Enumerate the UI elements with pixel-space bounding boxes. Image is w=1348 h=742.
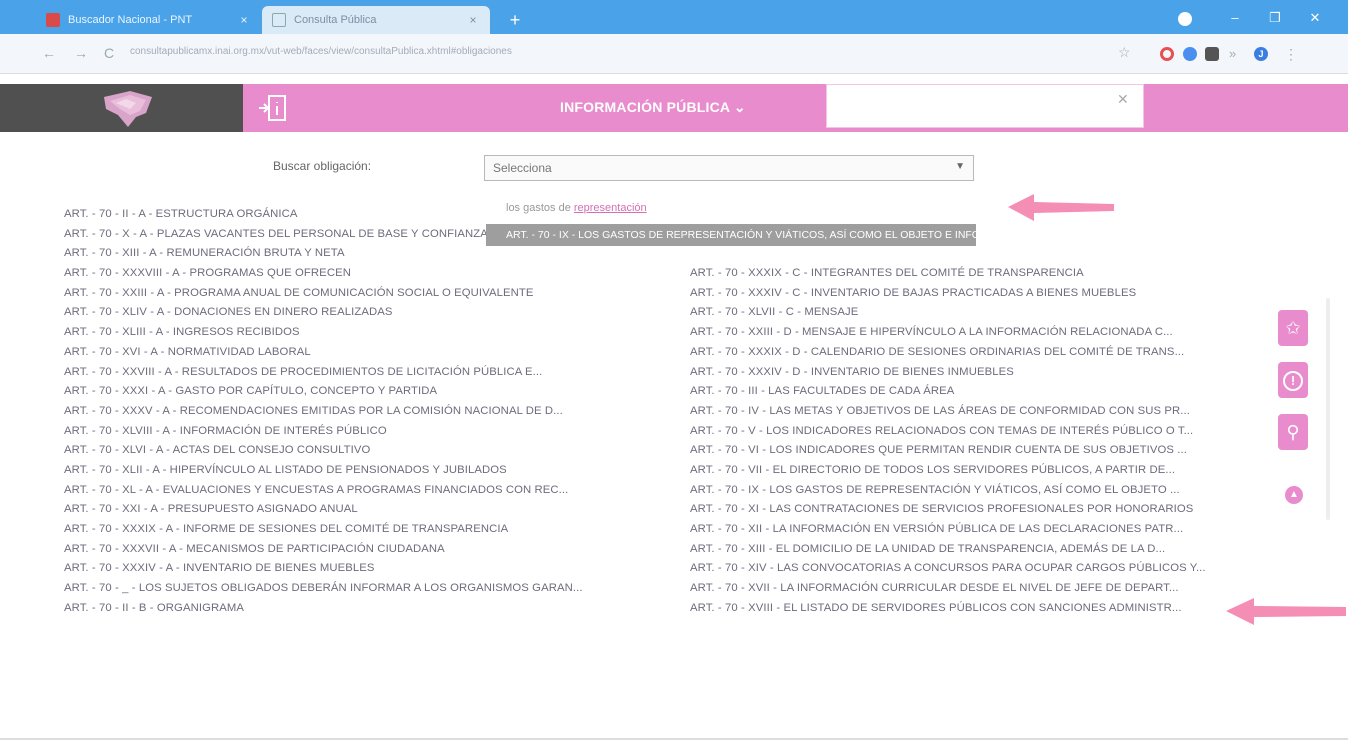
forward-button[interactable]: → [72,44,90,62]
extension-icon[interactable] [1205,47,1219,61]
url-field[interactable]: consultapublicamx.inai.org.mx/vut-web/fa… [130,46,1070,64]
header-search-input[interactable] [835,95,1085,117]
obligation-list-item[interactable]: ART. - 70 - XL - A - EVALUACIONES Y ENCU… [64,481,684,501]
obligation-list-item[interactable]: ART. - 70 - V - LOS INDICADORES RELACION… [690,422,1245,442]
maximize-button[interactable]: ❐ [1264,8,1286,28]
obligation-list-item[interactable]: ART. - 70 - XXIII - A - PROGRAMA ANUAL D… [64,284,684,304]
new-tab-button[interactable]: + [504,9,526,31]
side-scroll-track[interactable] [1326,298,1330,520]
obligation-list-item[interactable]: ART. - 70 - XIII - EL DOMICILIO DE LA UN… [690,540,1245,560]
tab-close-icon[interactable]: × [237,13,251,27]
obligation-list-item[interactable]: ART. - 70 - II - B - ORGANIGRAMA [64,599,684,619]
header-title-text: INFORMACIÓN PÚBLICA [560,99,730,115]
obligation-list-item[interactable]: ART. - 70 - XLIII - A - INGRESOS RECIBID… [64,323,684,343]
obligation-list-item[interactable]: ART. - 70 - XXXIX - D - CALENDARIO DE SE… [690,343,1245,363]
obligation-list-item[interactable]: ART. - 70 - XXXIV - C - INVENTARIO DE BA… [690,284,1245,304]
obligation-list-item[interactable]: ART. - 70 - XXXIV - A - INVENTARIO DE BI… [64,559,684,579]
pnt-logo-icon[interactable] [96,87,160,129]
obligation-dropdown: los gastos de representación ART. - 70 -… [486,196,976,260]
select-value: Selecciona [493,161,552,175]
obligation-list-item[interactable]: ART. - 70 - XVII - LA INFORMACIÓN CURRIC… [690,579,1245,599]
tab-buscador-nacional[interactable]: Buscador Nacional - PNT × [36,6,261,34]
obligation-list-item[interactable]: ART. - 70 - XLVIII - A - INFORMACIÓN DE … [64,422,684,442]
obligation-list-item[interactable]: ART. - 70 - XXI - A - PRESUPUESTO ASIGNA… [64,500,684,520]
tab-consulta-publica[interactable]: Consulta Pública × [262,6,490,34]
obligation-list-item[interactable]: ART. - 70 - XXXV - A - RECOMENDACIONES E… [64,402,684,422]
information-publica-menu[interactable]: INFORMACIÓN PÚBLICA ⌄ [560,99,746,116]
extensions-more-icon[interactable]: » [1229,47,1243,61]
up-icon[interactable]: ▲ [1285,486,1303,504]
chevron-down-icon: ▼ [955,161,965,172]
obligation-list-item[interactable]: ART. - 70 - XI - LAS CONTRATACIONES DE S… [690,500,1245,520]
obligation-list-item[interactable]: ART. - 70 - VII - EL DIRECTORIO DE TODOS… [690,461,1245,481]
site-header: INFORMACIÓN PÚBLICA ⌄ ✕ [0,84,1348,132]
obligation-list-item[interactable]: ART. - 70 - XXVIII - A - RESULTADOS DE P… [64,363,684,383]
extension-icon[interactable] [1183,47,1197,61]
highlighted-term: representación [573,202,647,214]
obligation-list-item[interactable]: ART. - 70 - XIV - LAS CONVOCATORIAS A CO… [690,559,1245,579]
obligation-list-item[interactable]: ART. - 70 - XII - LA INFORMACIÓN EN VERS… [690,520,1245,540]
obligation-list-item[interactable]: ART. - 70 - IV - LAS METAS Y OBJETIVOS D… [690,402,1245,422]
obligation-list-item[interactable]: ART. - 70 - XLVII - C - MENSAJE [690,303,1245,323]
logo-block [0,84,243,132]
obligation-select[interactable]: Selecciona ▼ [484,155,974,181]
obligation-list-item[interactable]: ART. - 70 - IX - LOS GASTOS DE REPRESENT… [690,481,1245,501]
obligation-list-item[interactable]: ART. - 70 - XXXVII - A - MECANISMOS DE P… [64,540,684,560]
search-zoom-icon[interactable]: ⚲ [1278,414,1308,450]
opera-extension-icon[interactable] [1160,47,1174,61]
tab-close-icon[interactable]: × [466,13,480,27]
obligation-list-item[interactable]: ART. - 70 - XVI - A - NORMATIVIDAD LABOR… [64,343,684,363]
tab-title: Buscador Nacional - PNT [68,14,193,26]
profile-avatar-icon[interactable]: J [1254,47,1268,61]
dropdown-option[interactable]: ART. - 70 - IX - LOS GASTOS DE REPRESENT… [486,224,976,246]
obligation-list-item[interactable]: ART. - 70 - _ - LOS SUJETOS OBLIGADOS DE… [64,579,684,599]
annotation-arrow-icon [1226,598,1346,625]
pnt-favicon-icon [46,13,60,27]
alert-icon[interactable]: ! [1278,362,1308,398]
information-login-icon[interactable] [258,93,288,123]
page-favicon-icon [272,13,286,27]
star-shield-icon[interactable]: ✩ [1278,310,1308,346]
back-button[interactable]: ← [40,44,58,62]
obligations-list-right: ART. - 70 - XXI - C - CUENTA PÚBLICAART.… [690,205,1245,618]
bookmark-star-icon[interactable]: ☆ [1118,45,1132,59]
obligations-list-left: ART. - 70 - II - A - ESTRUCTURA ORGÁNICA… [64,205,684,618]
obligation-list-item[interactable]: ART. - 70 - XXXVIII - A - PROGRAMAS QUE … [64,264,684,284]
obligation-list-item[interactable]: ART. - 70 - XXXIX - C - INTEGRANTES DEL … [690,264,1245,284]
obligation-list-item[interactable]: ART. - 70 - XXIII - D - MENSAJE E HIPERV… [690,323,1245,343]
header-search-box[interactable]: ✕ [826,84,1144,128]
browser-profile-icon[interactable] [1178,12,1192,26]
close-window-button[interactable]: ✕ [1304,8,1326,28]
annotation-arrow-icon [1008,194,1114,221]
address-bar-row: ← → C consultapublicamx.inai.org.mx/vut-… [0,34,1348,74]
browser-menu-icon[interactable]: ⋮ [1284,47,1298,61]
obligation-list-item[interactable]: ART. - 70 - XXXIV - D - INVENTARIO DE BI… [690,363,1245,383]
dropdown-search-text[interactable]: los gastos de representación [506,202,647,214]
obligation-list-item[interactable]: ART. - 70 - XXXI - A - GASTO POR CAPÍTUL… [64,382,684,402]
obligation-list-item[interactable]: ART. - 70 - XXXIX - A - INFORME DE SESIO… [64,520,684,540]
obligation-list-item[interactable]: ART. - 70 - XLVI - A - ACTAS DEL CONSEJO… [64,441,684,461]
reload-button[interactable]: C [100,44,118,62]
minimize-button[interactable]: – [1224,8,1246,28]
obligation-list-item[interactable]: ART. - 70 - XLIV - A - DONACIONES EN DIN… [64,303,684,323]
obligation-list-item[interactable]: ART. - 70 - VI - LOS INDICADORES QUE PER… [690,441,1245,461]
chevron-down-icon: ⌄ [733,99,746,115]
browser-tab-bar: Buscador Nacional - PNT × Consulta Públi… [0,0,1348,34]
obligation-list-item[interactable]: ART. - 70 - XVIII - EL LISTADO DE SERVID… [690,599,1245,619]
obligation-list-item[interactable]: ART. - 70 - XLII - A - HIPERVÍNCULO AL L… [64,461,684,481]
bottom-divider [0,738,1348,740]
tab-title: Consulta Pública [294,14,377,26]
page-root: Buscador Nacional - PNT × Consulta Públi… [0,0,1348,742]
obligation-list-item[interactable]: ART. - 70 - III - LAS FACULTADES DE CADA… [690,382,1245,402]
clear-search-icon[interactable]: ✕ [1117,91,1129,108]
search-obligation-label: Buscar obligación: [273,159,372,173]
